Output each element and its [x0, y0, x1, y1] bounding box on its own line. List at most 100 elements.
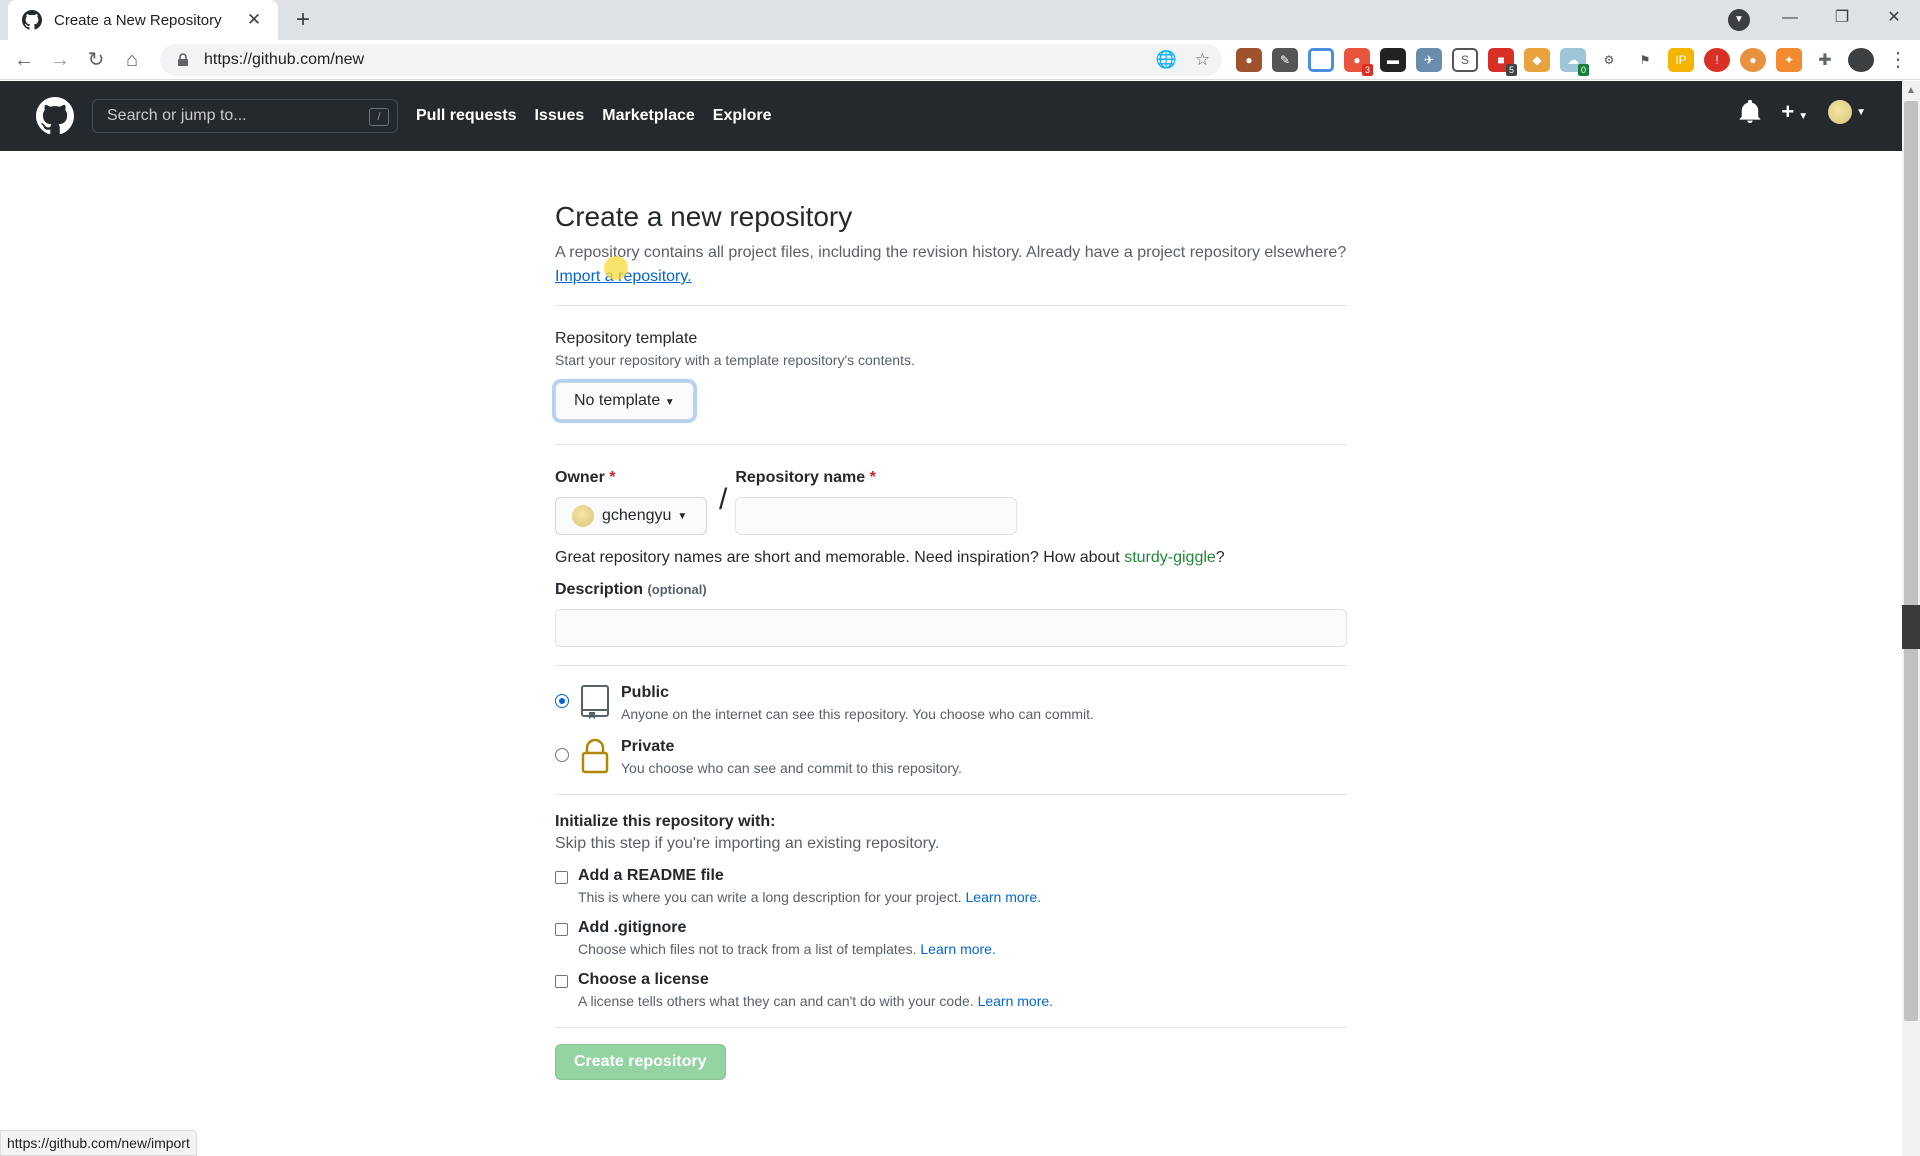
divider	[555, 444, 1347, 445]
forward-arrow-icon[interactable]: →	[46, 46, 74, 74]
owner-repo-separator: /	[719, 483, 728, 516]
avatar	[572, 505, 594, 527]
browser-tab[interactable]: Create a New Repository ✕	[8, 0, 278, 40]
page-title: Create a new repository	[555, 201, 853, 232]
gitignore-checkbox[interactable]	[555, 923, 568, 936]
status-url-bar: https://github.com/new/import	[0, 1130, 197, 1156]
template-select-button[interactable]: No template ▼	[555, 382, 694, 420]
repo-book-icon	[581, 685, 609, 719]
search-input[interactable]: Search or jump to... /	[92, 99, 398, 133]
public-desc: Anyone on the internet can see this repo…	[621, 706, 1094, 722]
address-bar[interactable]: https://github.com/new 🌐 ☆	[160, 44, 1222, 76]
notification-bell-icon[interactable]	[1739, 100, 1761, 124]
repo-name-input[interactable]	[735, 497, 1018, 535]
template-button-label: No template	[574, 392, 661, 409]
scroll-marker	[1902, 605, 1920, 649]
owner-select-button[interactable]: gchengyu ▼	[555, 497, 707, 535]
header-nav: Pull requests Issues Marketplace Explore	[416, 107, 771, 125]
nav-issues[interactable]: Issues	[534, 107, 584, 125]
create-repository-button[interactable]: Create repository	[555, 1044, 726, 1080]
restore-button[interactable]: ❐	[1816, 0, 1868, 36]
scroll-up-arrow-icon[interactable]: ▲	[1906, 85, 1916, 96]
divider	[555, 794, 1347, 795]
puzzle-icon[interactable]: ✚	[1812, 48, 1838, 72]
readme-learn-more-link[interactable]: Learn more.	[966, 889, 1041, 905]
extension-icon[interactable]: ✈	[1416, 48, 1442, 72]
description-input[interactable]	[555, 609, 1347, 647]
browser-toolbar: ← → ↻ ⌂ https://github.com/new 🌐 ☆ ● ✎ ●…	[0, 40, 1920, 80]
browser-menu-icon[interactable]: ⋮	[1888, 46, 1908, 74]
lock-icon	[178, 53, 188, 66]
extension-icon[interactable]: ✦	[1776, 48, 1802, 72]
license-checkbox[interactable]	[555, 975, 568, 988]
translate-icon[interactable]: 🌐	[1156, 50, 1177, 70]
minimize-button[interactable]: —	[1764, 0, 1816, 36]
browser-tabstrip: Create a New Repository ✕ + ▼ — ❐ ✕	[0, 0, 1920, 40]
cookie-icon[interactable]: ●	[1740, 48, 1766, 72]
template-hint: Start your repository with a template re…	[555, 352, 915, 368]
name-suggestion: Great repository names are short and mem…	[555, 549, 1225, 566]
extension-icon[interactable]: ■ 5	[1488, 48, 1517, 76]
visibility-public-option[interactable]: Public Anyone on the internet can see th…	[555, 684, 1347, 722]
github-favicon-icon	[22, 10, 42, 30]
divider	[555, 1027, 1347, 1028]
suggested-name-link[interactable]: sturdy-giggle	[1124, 549, 1216, 566]
readme-checkbox[interactable]	[555, 871, 568, 884]
extension-icon[interactable]: ▬	[1380, 48, 1406, 72]
back-arrow-icon[interactable]: ←	[10, 46, 38, 74]
license-desc: A license tells others what they can and…	[578, 993, 974, 1009]
extension-icon[interactable]: ✎	[1272, 48, 1298, 72]
extension-icon[interactable]: ⚙	[1596, 48, 1622, 72]
home-icon[interactable]: ⌂	[118, 46, 146, 74]
license-option: Choose a license A license tells others …	[555, 971, 1347, 1009]
readme-title[interactable]: Add a README file	[578, 867, 1041, 885]
divider	[555, 305, 1347, 306]
extension-icon[interactable]: S	[1452, 48, 1478, 72]
profile-avatar-icon[interactable]	[1848, 48, 1874, 72]
caret-down-icon: ▼	[677, 510, 688, 522]
extension-icon[interactable]: !	[1704, 48, 1730, 72]
avatar	[1828, 100, 1853, 124]
extension-icon[interactable]: ● 3	[1344, 48, 1373, 76]
plus-icon: +	[1781, 99, 1795, 124]
extension-icon[interactable]: ●	[1236, 48, 1262, 72]
caret-down-icon: ▼	[1856, 106, 1866, 118]
nav-explore[interactable]: Explore	[713, 107, 772, 125]
extension-icon[interactable]: ☁ 0	[1560, 48, 1589, 76]
new-tab-button[interactable]: +	[290, 8, 316, 34]
extensions-row: ● ✎ ● 3 ▬ ✈ S ■ 5 ◆ ☁ 0 ⚙ ⚑ IP ! ● ✦ ✚	[1236, 48, 1874, 76]
mouse-cursor-highlight	[604, 256, 628, 280]
flag-icon[interactable]: ⚑	[1632, 48, 1658, 72]
license-learn-more-link[interactable]: Learn more.	[978, 993, 1053, 1009]
init-title: Initialize this repository with:	[555, 813, 776, 830]
license-title[interactable]: Choose a license	[578, 971, 1053, 989]
create-new-dropdown[interactable]: + ▼	[1781, 99, 1808, 125]
scrollbar-thumb[interactable]	[1904, 101, 1918, 1021]
nav-marketplace[interactable]: Marketplace	[602, 107, 695, 125]
github-header: Search or jump to... / Pull requests Iss…	[0, 81, 1902, 151]
gitignore-title[interactable]: Add .gitignore	[578, 919, 996, 937]
public-radio[interactable]	[555, 694, 569, 708]
private-radio[interactable]	[555, 748, 569, 762]
lock-icon	[581, 738, 609, 774]
extension-icon[interactable]: ◆	[1524, 48, 1550, 72]
extension-icon[interactable]	[1308, 48, 1334, 72]
tab-search-icon[interactable]: ▼	[1728, 9, 1750, 31]
extension-icon[interactable]: IP	[1668, 48, 1694, 72]
github-logo-icon[interactable]	[36, 97, 74, 135]
owner-repo-row: Owner * gchengyu ▼ / Repository name *	[555, 469, 1347, 535]
nav-pull-requests[interactable]: Pull requests	[416, 107, 516, 125]
visibility-private-option[interactable]: Private You choose who can see and commi…	[555, 738, 1347, 776]
tab-close-icon[interactable]: ✕	[244, 10, 264, 30]
gitignore-learn-more-link[interactable]: Learn more.	[920, 941, 995, 957]
bookmark-star-icon[interactable]: ☆	[1195, 50, 1210, 70]
page-scrollbar[interactable]: ▲	[1902, 81, 1920, 1156]
gitignore-option: Add .gitignore Choose which files not to…	[555, 919, 1347, 957]
user-menu-dropdown[interactable]: ▼	[1828, 100, 1866, 124]
gitignore-desc: Choose which files not to track from a l…	[578, 941, 917, 957]
close-window-button[interactable]: ✕	[1868, 0, 1920, 36]
template-section: Repository template Start your repositor…	[555, 330, 1347, 420]
lead-text: A repository contains all project files,…	[555, 244, 1347, 261]
reload-icon[interactable]: ↻	[82, 46, 110, 74]
public-title: Public	[621, 684, 670, 701]
